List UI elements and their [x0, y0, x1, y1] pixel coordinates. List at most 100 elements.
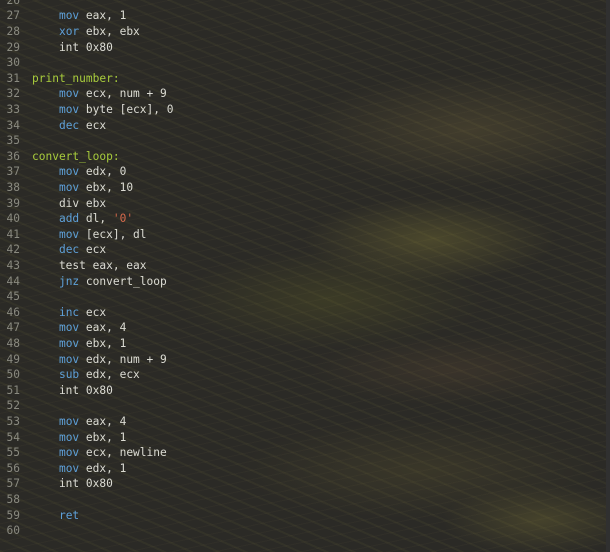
code-line[interactable]: 45	[0, 289, 20, 305]
code-line[interactable]: 54 mov ebx, 1	[0, 430, 127, 446]
code-token: edx, 1	[79, 461, 127, 475]
code-token: ecx, num + 9	[79, 87, 167, 101]
code-text: ret	[32, 508, 79, 524]
code-line[interactable]: 47 mov eax, 4	[0, 320, 127, 336]
code-token: int 0x80	[32, 383, 113, 397]
code-token: eax, 1	[79, 9, 127, 23]
code-line[interactable]: 26	[0, 0, 20, 8]
code-line[interactable]: 36 convert_loop:	[0, 149, 120, 165]
line-number: 58	[6, 493, 20, 506]
code-token: int 0x80	[32, 40, 113, 54]
code-line[interactable]: 57 int 0x80	[0, 476, 113, 492]
code-line[interactable]: 50 sub edx, ecx	[0, 367, 140, 383]
line-number: 30	[6, 56, 20, 70]
line-number: 45	[6, 290, 20, 304]
code-token: edx, ecx	[79, 368, 140, 382]
line-number: 47	[6, 321, 20, 335]
code-line[interactable]: 46 inc ecx	[0, 305, 107, 321]
code-line[interactable]: 39 div ebx	[0, 196, 107, 212]
line-number: 51	[6, 383, 20, 397]
code-line[interactable]: 42 dec ecx	[0, 242, 107, 258]
code-line[interactable]: 55 mov ecx, newline	[0, 445, 167, 461]
line-number: 33	[6, 103, 20, 116]
code-line[interactable]: 28 xor ebx, ebx	[0, 24, 140, 40]
code-token: ecx	[79, 118, 107, 132]
code-line[interactable]: 27 mov eax, 1	[0, 8, 127, 24]
code-line[interactable]: 49 mov edx, num + 9	[0, 352, 167, 368]
code-line[interactable]: 29 int 0x80	[0, 40, 113, 56]
code-line[interactable]: 38 mov ebx, 10	[0, 180, 134, 196]
code-text: int 0x80	[32, 383, 113, 399]
line-number: 34	[6, 118, 20, 132]
code-line[interactable]: 60	[0, 523, 20, 539]
code-token: edx, num + 9	[79, 352, 167, 366]
code-token: mov	[58, 165, 80, 179]
line-number: 37	[6, 165, 20, 179]
code-line[interactable]: 43 test eax, eax	[0, 258, 147, 274]
code-line[interactable]: 40 add dl, '0'	[0, 211, 134, 227]
code-text: test eax, eax	[32, 258, 147, 274]
code-text: int 0x80	[32, 40, 113, 56]
code-token: mov	[58, 103, 80, 116]
code-token: dl,	[79, 212, 113, 226]
code-line[interactable]: 44 jnz convert_loop	[0, 274, 167, 290]
code-line[interactable]: 35	[0, 133, 20, 149]
code-text: mov ecx, newline	[32, 445, 167, 461]
line-number: 38	[6, 181, 20, 194]
line-number: 27	[6, 9, 20, 23]
code-token: edx, 0	[79, 165, 127, 179]
code-editor[interactable]: 26 27 mov eax, 1 28 xor ebx, ebx 29 int 0x8…	[0, 0, 606, 552]
scrollbar-thumb[interactable]	[606, 0, 610, 552]
code-token: jnz	[58, 274, 80, 288]
code-token: ebx, 1	[79, 430, 127, 444]
code-token: div ebx	[32, 196, 107, 210]
code-line[interactable]: 58	[0, 492, 20, 508]
line-number: 49	[6, 352, 20, 366]
code-token: ecx	[79, 305, 107, 319]
code-line[interactable]: 56 mov edx, 1	[0, 461, 127, 477]
code-text: mov edx, num + 9	[32, 352, 167, 368]
code-text: mov ebx, 10	[32, 180, 133, 196]
code-line[interactable]: 34 dec ecx	[0, 118, 107, 134]
code-token: inc	[58, 305, 80, 319]
line-number: 28	[6, 25, 20, 38]
code-line[interactable]: 33 mov byte [ecx], 0	[0, 102, 174, 118]
code-token: eax, 4	[79, 321, 127, 335]
code-line[interactable]: 30	[0, 55, 20, 71]
code-token: mov	[58, 87, 80, 101]
code-line[interactable]: 32 mov ecx, num + 9	[0, 86, 167, 102]
code-text: div ebx	[32, 196, 106, 212]
code-text: mov ebx, 1	[32, 430, 126, 446]
code-line[interactable]: 59 ret	[0, 508, 80, 524]
code-line[interactable]: 48 mov ebx, 1	[0, 336, 127, 352]
code-token: byte [ecx], 0	[79, 103, 174, 116]
line-number: 43	[6, 259, 20, 272]
code-text: mov ebx, 1	[32, 336, 126, 352]
code-line[interactable]: 52	[0, 398, 20, 414]
line-number: 35	[6, 134, 20, 148]
line-number: 54	[6, 430, 20, 444]
code-text: mov edx, 0	[32, 164, 126, 180]
line-number: 59	[6, 508, 20, 522]
code-line[interactable]: 37 mov edx, 0	[0, 164, 127, 180]
code-line[interactable]: 53 mov eax, 4	[0, 414, 127, 430]
code-token: test eax, eax	[32, 259, 147, 272]
code-line[interactable]: 41 mov [ecx], dl	[0, 227, 147, 243]
code-line[interactable]: 31 print_number:	[0, 71, 120, 87]
code-token: mov	[58, 321, 80, 335]
line-number: 44	[6, 274, 20, 288]
code-line[interactable]: 51 int 0x80	[0, 383, 113, 399]
code-token: ret	[58, 508, 80, 522]
vertical-scrollbar[interactable]	[606, 0, 610, 552]
code-token: sub	[58, 368, 80, 382]
